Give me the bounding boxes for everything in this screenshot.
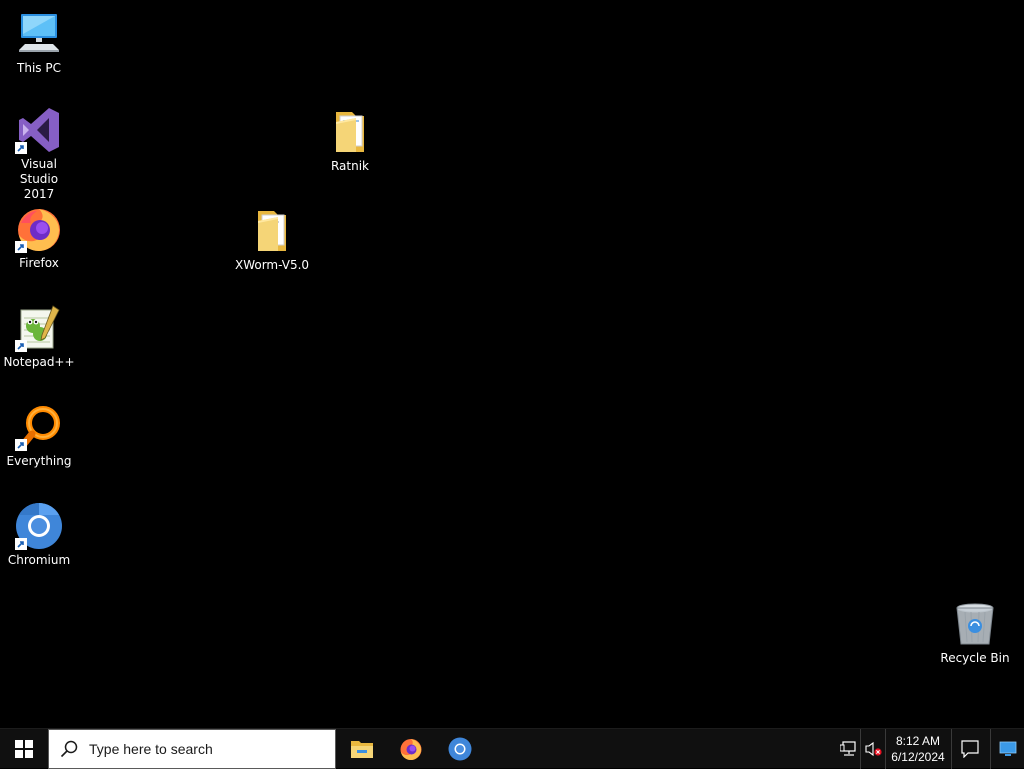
- desktop-icon-this-pc[interactable]: This PC: [1, 10, 77, 76]
- tray-volume[interactable]: [862, 729, 884, 769]
- this-pc-icon: [15, 10, 63, 58]
- taskbar: Type here to search 8:12 AM 6/12/2024: [0, 728, 1024, 769]
- taskbar-firefox[interactable]: [387, 729, 435, 769]
- taskbar-search-box[interactable]: Type here to search: [48, 729, 336, 769]
- volume-muted-icon: [865, 741, 882, 757]
- desktop-icon-label: Chromium: [7, 553, 71, 567]
- desktop-icon-notepad-plus-plus[interactable]: Notepad++: [1, 304, 77, 370]
- clock-date: 6/12/2024: [891, 750, 945, 764]
- tray-separator: [860, 729, 861, 769]
- folder-icon: [248, 207, 296, 255]
- desktop-icon-xworm-folder[interactable]: XWorm-V5.0: [234, 207, 310, 273]
- everything-search-icon: [15, 403, 63, 451]
- folder-icon: [326, 108, 374, 156]
- desktop-icon-label: Visual Studio 2017: [19, 157, 59, 201]
- chromium-icon: [448, 737, 472, 761]
- desktop-icon-label: Notepad++: [3, 355, 75, 369]
- desktop-icon-label: Recycle Bin: [940, 651, 1010, 665]
- taskbar-clock[interactable]: 8:12 AM 6/12/2024: [886, 729, 950, 769]
- visual-studio-icon: [15, 106, 63, 154]
- desktop-icon-label: XWorm-V5.0: [234, 258, 310, 272]
- desktop-icon-firefox[interactable]: Firefox: [1, 205, 77, 271]
- file-explorer-icon: [351, 741, 373, 758]
- desktop-icon-visual-studio[interactable]: Visual Studio 2017: [1, 106, 77, 202]
- taskbar-file-explorer[interactable]: [338, 729, 386, 769]
- chromium-icon: [15, 502, 63, 550]
- action-center-button[interactable]: [952, 729, 988, 769]
- tray-separator: [990, 729, 991, 769]
- desktop-icon-recycle-bin[interactable]: Recycle Bin: [937, 600, 1013, 666]
- start-button[interactable]: [0, 729, 48, 769]
- shortcut-arrow-icon: [15, 538, 27, 550]
- shortcut-arrow-icon: [15, 340, 27, 352]
- desktop[interactable]: This PC Visual Studio 2017 Firefox Notep…: [0, 0, 1024, 728]
- shortcut-arrow-icon: [15, 142, 27, 154]
- show-desktop-button[interactable]: [992, 729, 1024, 769]
- tray-network[interactable]: [838, 729, 860, 769]
- taskbar-chromium[interactable]: [436, 729, 484, 769]
- desktop-icon-ratnik-folder[interactable]: Ratnik: [312, 108, 388, 174]
- windows-logo-icon: [15, 740, 33, 758]
- desktop-icon-chromium[interactable]: Chromium: [1, 502, 77, 568]
- network-icon: [840, 741, 856, 756]
- desktop-icon-everything[interactable]: Everything: [1, 403, 77, 469]
- show-desktop-icon: [999, 741, 1017, 756]
- search-icon: [49, 740, 89, 758]
- firefox-icon: [15, 205, 63, 253]
- desktop-icon-label: Firefox: [19, 256, 59, 270]
- firefox-icon: [400, 739, 422, 760]
- shortcut-arrow-icon: [15, 439, 27, 451]
- recycle-bin-icon: [951, 600, 999, 648]
- notepad-plus-plus-icon: [15, 304, 63, 352]
- desktop-icon-label: This PC: [17, 61, 61, 75]
- shortcut-arrow-icon: [15, 241, 27, 253]
- action-center-icon: [961, 740, 979, 758]
- search-placeholder: Type here to search: [89, 741, 213, 757]
- clock-time: 8:12 AM: [895, 734, 941, 748]
- desktop-icon-label: Everything: [6, 454, 72, 468]
- desktop-icon-label: Ratnik: [330, 159, 370, 173]
